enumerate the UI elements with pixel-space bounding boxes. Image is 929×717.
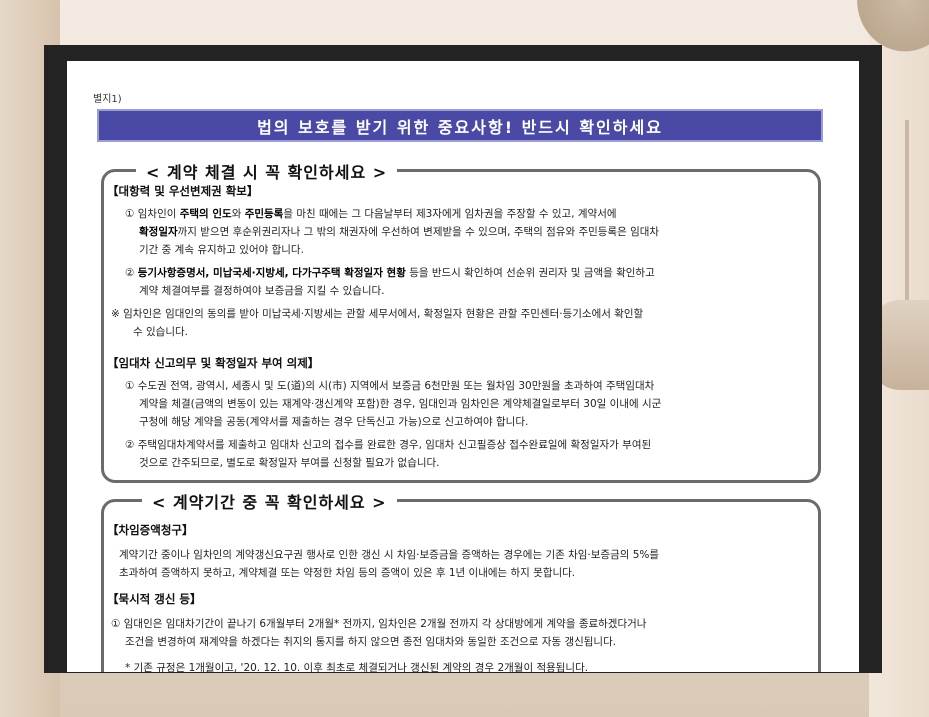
text: 와 xyxy=(231,208,245,220)
item3-line2: 계약을 체결(금액의 변동이 있는 재계약·갱신계약 포함)한 경우, 임대인과… xyxy=(139,398,662,410)
section-title: < 계약기간 중 꼭 확인하세요 > xyxy=(142,489,397,513)
heading-lease-report: 【임대차 신고의무 및 확정일자 부여 의제】 xyxy=(107,356,320,370)
item4-line1: ② 주택임대차계약서를 제출하고 임대차 신고의 접수를 완료한 경우, 임대차… xyxy=(125,439,652,451)
bold-text: 주택의 인도 xyxy=(179,208,232,220)
heading-rent-increase: 【차임증액청구】 xyxy=(107,523,194,537)
item1-line2: 조건을 변경하여 재계약을 하겠다는 취지의 통지를 하지 않으면 종전 임대차… xyxy=(125,636,617,648)
section-title: < 계약 체결 시 꼭 확인하세요 > xyxy=(136,159,398,183)
bold-text: 주민등록 xyxy=(244,208,284,220)
text: ② xyxy=(125,267,138,279)
item2-line1: ② 등기사항증명서, 미납국세·지방세, 다가구주택 확정일자 현황 등을 반드… xyxy=(125,266,655,280)
item1-line2: 확정일자까지 받으면 후순위권리자나 그 밖의 채권자에 우선하여 변제받을 수… xyxy=(139,225,659,239)
note-line1: ※ 임차인은 임대인의 동의를 받아 미납국세·지방세는 관할 세무서에서, 확… xyxy=(111,308,644,320)
text: 을 마친 때에는 그 다음날부터 제3자에게 임차권을 주장할 수 있고, 계약… xyxy=(283,208,617,220)
item3-line1: ① 수도권 전역, 광역시, 세종시 및 도(道)의 시(市) 지역에서 보증금… xyxy=(125,380,655,392)
item1-line3: 기간 중 계속 유지하고 있어야 합니다. xyxy=(139,244,304,256)
annex-label: 별지1) xyxy=(93,94,122,105)
item3-line3: 구청에 해당 계약을 공동(계약서를 제출하는 경우 단독신고 가능)으로 신고… xyxy=(139,416,529,428)
text: 등을 반드시 확인하여 선순위 권리자 및 금액을 확인하고 xyxy=(405,267,655,279)
item4-line2: 것으로 간주되므로, 별도로 확정일자 부여를 신청할 필요가 없습니다. xyxy=(139,457,440,469)
para1-line2: 초과하여 증액하지 못하고, 계약체결 또는 약정한 차임 등의 증액이 있은 … xyxy=(119,567,576,579)
bold-text: 확정일자 xyxy=(139,226,178,238)
item1-line1: ① 임차인이 주택의 인도와 주민등록을 마친 때에는 그 다음날부터 제3자에… xyxy=(125,207,617,221)
footnote: * 기존 규정은 1개월이고, '20. 12. 10. 이후 최초로 체결되거… xyxy=(125,662,589,672)
banner-title: 법의 보호를 받기 위한 중요사항! 반드시 확인하세요 xyxy=(97,109,823,142)
text: 까지 받으면 후순위권리자나 그 밖의 채권자에 우선하여 변제받을 수 있으며… xyxy=(177,226,660,238)
bold-text: 등기사항증명서, 미납국세·지방세, 다가구주택 확정일자 현황 xyxy=(137,267,406,279)
heading-priority-rights: 【대항력 및 우선변제권 확보】 xyxy=(107,184,259,198)
document-page: 별지1) 법의 보호를 받기 위한 중요사항! 반드시 확인하세요 < 계약 체… xyxy=(67,61,859,672)
text: ① 임차인이 xyxy=(125,208,180,220)
item2-line2: 계약 체결여부를 결정하여야 보증금을 지킬 수 있습니다. xyxy=(139,285,385,297)
note-line2: 수 있습니다. xyxy=(133,326,188,338)
heading-implied-renewal: 【묵시적 갱신 등】 xyxy=(107,592,202,606)
item1-line1: ① 임대인은 임대차기간이 끝나기 6개월부터 2개월* 전까지, 임차인은 2… xyxy=(111,618,647,630)
para1-line1: 계약기간 중이나 임차인의 계약갱신요구권 행사로 인한 갱신 시 차임·보증금… xyxy=(119,549,660,561)
